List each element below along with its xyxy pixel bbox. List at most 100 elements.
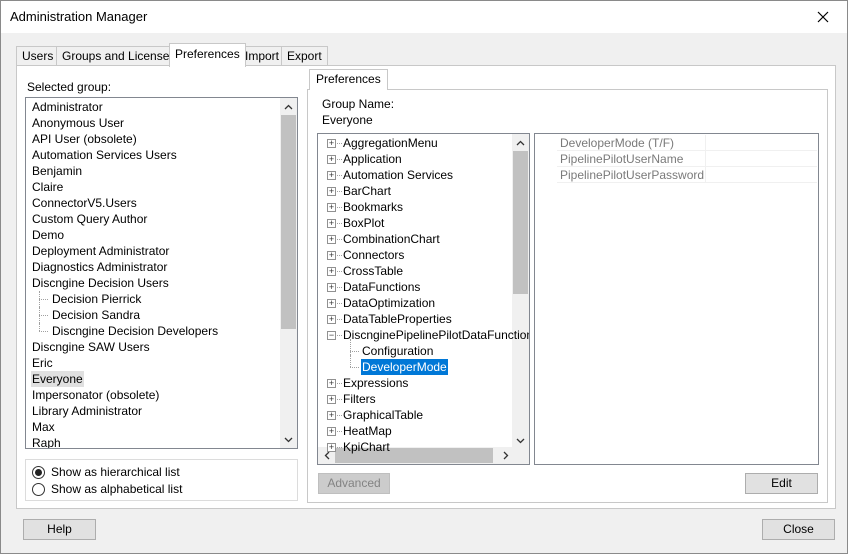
group-list-item[interactable]: Benjamin <box>31 163 83 179</box>
group-list-item[interactable]: Everyone <box>31 371 84 387</box>
tree-node[interactable]: Automation Services <box>342 167 454 183</box>
tree-connector <box>39 299 48 300</box>
group-list-item[interactable]: Administrator <box>31 99 104 115</box>
tree-node[interactable]: DataFunctions <box>342 279 421 295</box>
group-list-item[interactable]: Demo <box>31 227 65 243</box>
group-list-item[interactable]: Diagnostics Administrator <box>31 259 168 275</box>
property-row[interactable]: PipelinePilotUserName <box>557 151 817 167</box>
expand-icon[interactable]: + <box>327 251 336 260</box>
tree-node[interactable]: DataOptimization <box>342 295 436 311</box>
tab-groups-and-licenses[interactable]: Groups and Licenses <box>56 46 182 66</box>
group-list-item[interactable]: Claire <box>31 179 64 195</box>
tree-node[interactable]: GraphicalTable <box>342 407 424 423</box>
group-list-item[interactable]: Library Administrator <box>31 403 143 419</box>
property-row[interactable]: PipelinePilotUserPassword <box>557 167 817 183</box>
expand-icon[interactable]: + <box>327 443 336 452</box>
advanced-button[interactable]: Advanced <box>318 473 390 494</box>
expand-icon[interactable]: + <box>327 187 336 196</box>
expand-icon[interactable]: + <box>327 283 336 292</box>
group-list-item[interactable]: Deployment Administrator <box>31 243 170 259</box>
list-mode-group: Show as hierarchical list Show as alphab… <box>25 459 298 501</box>
group-list-item[interactable]: Custom Query Author <box>31 211 148 227</box>
tree-connector <box>39 315 48 316</box>
group-list-scroll-thumb[interactable] <box>281 115 296 329</box>
group-list-item[interactable]: Anonymous User <box>31 115 125 131</box>
expand-icon[interactable]: + <box>327 267 336 276</box>
radio-circle[interactable] <box>32 482 45 496</box>
group-list-item[interactable]: Discngine SAW Users <box>31 339 151 355</box>
tree-node[interactable]: Application <box>342 151 403 167</box>
tree-scroll-thumb[interactable] <box>513 151 528 294</box>
group-list-item[interactable]: API User (obsolete) <box>31 131 138 147</box>
group-list-item[interactable]: Impersonator (obsolete) <box>31 387 160 403</box>
property-row[interactable]: DeveloperMode (T/F) <box>557 135 817 151</box>
tree-node[interactable]: Connectors <box>342 247 405 263</box>
tree-vertical-scrollbar[interactable] <box>512 134 529 449</box>
expand-icon[interactable]: + <box>327 235 336 244</box>
property-separator <box>705 167 706 183</box>
group-list-item[interactable]: Automation Services Users <box>31 147 178 163</box>
tree-node[interactable]: AggregationMenu <box>342 135 439 151</box>
close-window-button[interactable] <box>803 2 843 32</box>
expand-icon[interactable]: + <box>327 219 336 228</box>
property-name: PipelinePilotUserPassword <box>560 168 705 182</box>
tab-export[interactable]: Export <box>281 46 328 66</box>
chevron-down-icon <box>284 437 293 442</box>
tree-node[interactable]: Filters <box>342 391 377 407</box>
expand-icon[interactable]: + <box>327 315 336 324</box>
radio-alphabetical-label: Show as alphabetical list <box>51 482 183 496</box>
tab-import[interactable]: Import <box>239 46 286 66</box>
expand-icon[interactable]: + <box>327 427 336 436</box>
window-title: Administration Manager <box>10 9 148 24</box>
group-list-item[interactable]: Max <box>31 419 56 435</box>
group-name-value: Everyone <box>322 113 373 127</box>
tree-node[interactable]: DeveloperMode <box>361 359 448 375</box>
tree-node[interactable]: DiscnginePipelinePilotDataFunction <box>342 327 529 343</box>
tree-node[interactable]: BarChart <box>342 183 392 199</box>
edit-button[interactable]: Edit <box>745 473 818 494</box>
group-list-item[interactable]: Raph <box>31 435 62 448</box>
group-listbox[interactable]: Administrator Anonymous User API User (obs… <box>25 97 298 449</box>
tree-node[interactable]: Expressions <box>342 375 409 391</box>
expand-icon[interactable]: + <box>327 171 336 180</box>
tree-node[interactable]: BoxPlot <box>342 215 385 231</box>
group-list-item[interactable]: Discngine Decision Users <box>31 275 170 291</box>
help-button[interactable]: Help <box>23 519 96 540</box>
tab-users[interactable]: Users <box>16 46 60 66</box>
property-name: PipelinePilotUserName <box>560 152 684 166</box>
group-list-item[interactable]: ConnectorV5.Users <box>31 195 138 211</box>
tab-preferences[interactable]: Preferences <box>169 43 246 67</box>
close-button[interactable]: Close <box>762 519 835 540</box>
expand-icon[interactable]: + <box>327 155 336 164</box>
properties-grid[interactable]: DeveloperMode (T/F) PipelinePilotUserName… <box>534 133 819 465</box>
tree-node[interactable]: Bookmarks <box>342 199 404 215</box>
tree-node[interactable]: HeatMap <box>342 423 393 439</box>
expand-icon[interactable]: + <box>327 299 336 308</box>
group-list-item[interactable]: Decision Sandra <box>51 307 141 323</box>
expand-icon[interactable]: + <box>327 139 336 148</box>
radio-alphabetical[interactable]: Show as alphabetical list <box>32 482 182 496</box>
tree-node[interactable]: Configuration <box>361 343 434 359</box>
expand-icon[interactable]: + <box>327 411 336 420</box>
scroll-corner <box>512 447 529 464</box>
expand-icon[interactable]: + <box>327 203 336 212</box>
tree-node[interactable]: DataTableProperties <box>342 311 453 327</box>
scroll-down-arrow[interactable] <box>280 431 297 448</box>
group-list-item[interactable]: Discngine Decision Developers <box>51 323 219 339</box>
expand-icon[interactable]: + <box>327 379 336 388</box>
preferences-tree[interactable]: + AggregationMenu + Application + Automation … <box>317 133 530 465</box>
group-list-scrollbar[interactable] <box>280 98 297 448</box>
expand-icon[interactable]: + <box>327 395 336 404</box>
inner-tab-preferences[interactable]: Preferences <box>309 69 388 90</box>
tree-scroll-up-arrow[interactable] <box>512 134 529 151</box>
scroll-up-arrow[interactable] <box>280 98 297 115</box>
radio-hierarchical[interactable]: Show as hierarchical list <box>32 465 180 479</box>
tree-node[interactable]: CrossTable <box>342 263 404 279</box>
tree-node[interactable]: CombinationChart <box>342 231 441 247</box>
property-separator <box>705 135 706 151</box>
group-list-item[interactable]: Decision Pierrick <box>51 291 142 307</box>
collapse-icon[interactable]: − <box>327 331 336 340</box>
group-list-item[interactable]: Eric <box>31 355 54 371</box>
tree-node[interactable]: KpiChart <box>342 439 391 455</box>
radio-circle-selected[interactable] <box>32 465 45 479</box>
